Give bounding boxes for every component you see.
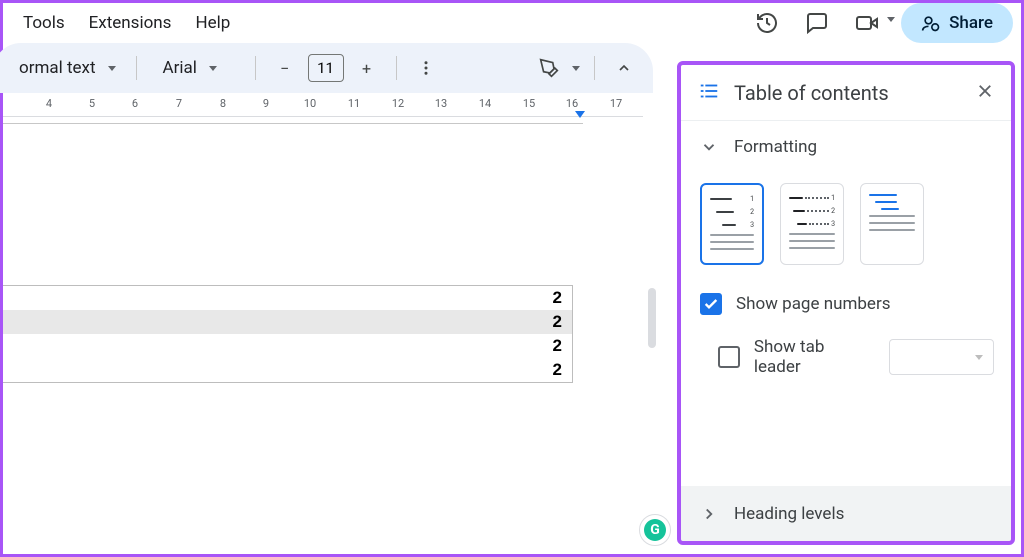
show-tab-leader-checkbox[interactable] (718, 346, 740, 368)
grammarly-badge[interactable]: G (639, 514, 671, 546)
toolbar-separator (396, 56, 397, 80)
paragraph-style-label: ormal text (13, 58, 102, 78)
formatting-section: Formatting 1 2 3 1 2 3 (680, 121, 1012, 387)
increase-font-button[interactable]: + (352, 53, 382, 83)
show-tab-leader-label: Show tab leader (754, 337, 875, 377)
share-label: Share (949, 13, 993, 33)
panel-title: Table of contents (734, 81, 962, 105)
font-label: Arial (157, 58, 203, 78)
ruler-mark: 13 (435, 97, 447, 110)
ruler-mark: 15 (523, 97, 535, 110)
ruler-mark: 14 (479, 97, 491, 110)
toc-style-links[interactable] (860, 183, 924, 265)
page-top-border (3, 123, 583, 173)
caret-down-icon (108, 66, 116, 71)
chevron-down-icon (700, 138, 718, 156)
paragraph-style-dropdown[interactable]: ormal text (7, 54, 122, 82)
table-row[interactable]: 2 (3, 286, 572, 310)
formatting-toggle[interactable]: Formatting (700, 137, 994, 157)
toc-table[interactable]: 2 2 2 2 (3, 285, 573, 383)
tab-leader-dropdown[interactable] (889, 339, 994, 375)
ruler-mark: 4 (46, 97, 52, 110)
toc-icon (698, 80, 720, 106)
ruler-mark: 10 (304, 97, 316, 110)
toc-style-dotted-numbers[interactable]: 1 2 3 (780, 183, 844, 265)
formatting-label: Formatting (734, 137, 817, 157)
editing-mode-button[interactable] (534, 53, 564, 83)
right-indent-marker[interactable] (575, 111, 585, 118)
caret-down-icon (975, 355, 983, 360)
scrollbar-thumb[interactable] (648, 288, 656, 348)
panel-header: Table of contents (680, 64, 1012, 121)
page-number: 2 (553, 360, 562, 380)
toc-style-plain-numbers[interactable]: 1 2 3 (700, 183, 764, 265)
menu-tools[interactable]: Tools (11, 7, 77, 39)
table-row[interactable]: 2 (3, 334, 572, 358)
ruler-mark: 6 (132, 97, 138, 110)
show-tab-leader-row: Show tab leader (718, 337, 994, 377)
page-number: 2 (553, 288, 562, 308)
menu-extensions[interactable]: Extensions (77, 7, 184, 39)
share-button[interactable]: Share (901, 3, 1013, 43)
collapse-toolbar-button[interactable] (609, 53, 639, 83)
ruler-mark: 11 (348, 97, 360, 110)
toc-side-panel: Table of contents Formatting 1 2 3 1 (679, 63, 1013, 543)
document-canvas[interactable]: 2 2 2 2 (3, 123, 583, 554)
share-lock-icon (921, 13, 941, 33)
ruler-mark: 12 (392, 97, 404, 110)
page-number: 2 (553, 336, 562, 356)
table-row[interactable]: 2 (3, 310, 572, 334)
show-page-numbers-row: Show page numbers (700, 293, 994, 315)
decrease-font-button[interactable]: − (270, 53, 300, 83)
toolbar-separator (136, 56, 137, 80)
font-dropdown[interactable]: Arial (151, 54, 241, 82)
ruler-mark: 17 (610, 97, 622, 110)
chevron-right-icon (700, 505, 718, 523)
toc-style-options: 1 2 3 1 2 3 (700, 183, 994, 265)
heading-levels-label: Heading levels (734, 504, 844, 524)
page-number: 2 (553, 312, 562, 332)
toolbar-separator (255, 56, 256, 80)
caret-down-icon (209, 66, 217, 71)
show-page-numbers-checkbox[interactable] (700, 293, 722, 315)
font-size-input[interactable]: 11 (308, 54, 344, 82)
ruler-mark: 8 (220, 97, 226, 110)
toolbar: ormal text Arial − 11 + (0, 43, 653, 93)
menu-help[interactable]: Help (183, 7, 242, 39)
meet-dropdown-caret[interactable] (887, 17, 895, 22)
ruler-mark: 5 (89, 97, 95, 110)
close-icon[interactable] (976, 81, 994, 105)
ruler-mark: 16 (566, 97, 578, 110)
ruler-mark: 7 (176, 97, 182, 110)
editing-mode-caret[interactable] (572, 66, 580, 71)
history-icon[interactable] (751, 7, 783, 39)
meet-icon[interactable] (851, 7, 883, 39)
table-row[interactable]: 2 (3, 358, 572, 382)
toolbar-separator (594, 56, 595, 80)
top-right-actions: Share (743, 3, 1021, 43)
heading-levels-toggle[interactable]: Heading levels (680, 486, 1012, 542)
grammarly-icon: G (644, 519, 666, 541)
comment-icon[interactable] (801, 7, 833, 39)
ruler[interactable]: 4 5 6 7 8 9 10 11 12 13 14 15 16 17 (3, 93, 643, 117)
ruler-mark: 9 (263, 97, 269, 110)
show-page-numbers-label: Show page numbers (736, 294, 890, 314)
more-options-button[interactable] (411, 53, 441, 83)
